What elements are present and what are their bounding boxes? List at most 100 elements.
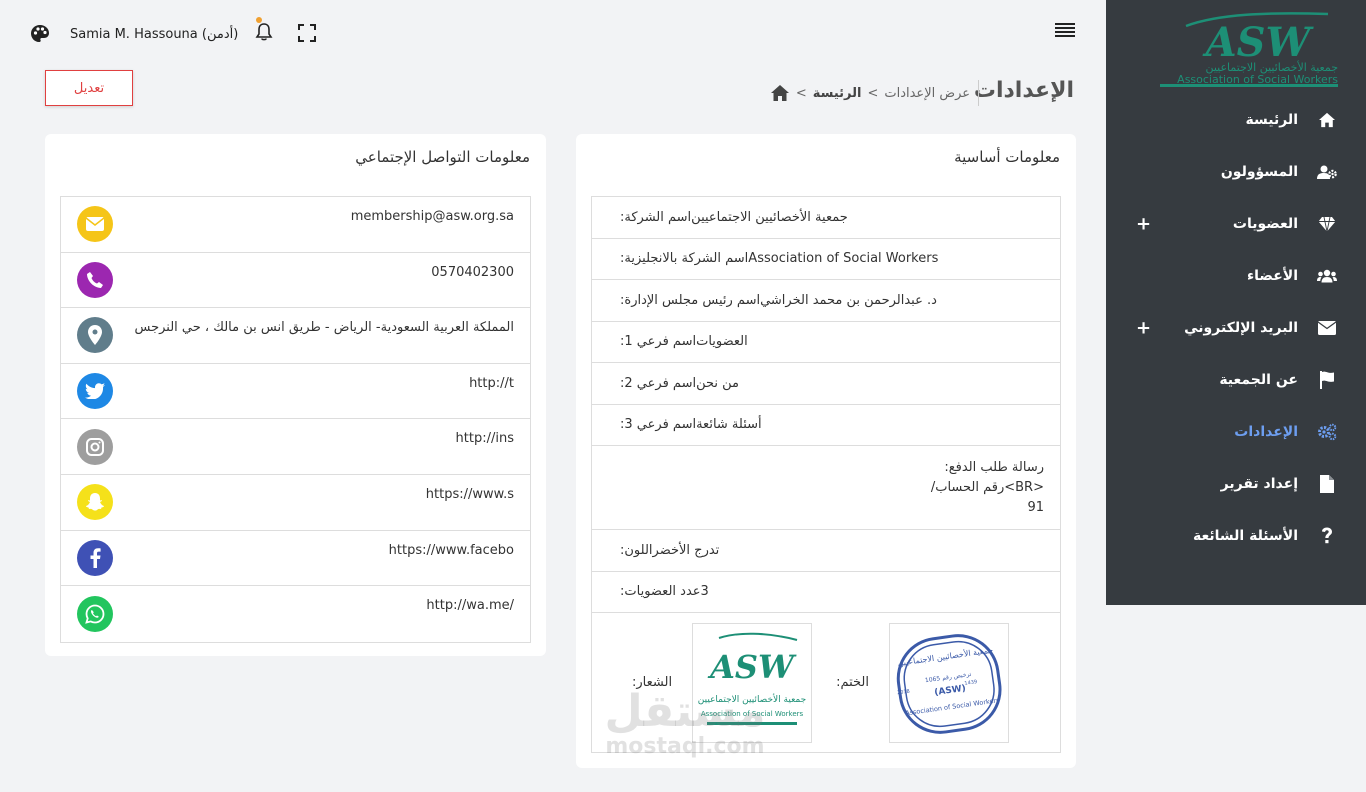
twitter-icon [77, 373, 113, 410]
sidebar-item-settings[interactable]: الإعدادات [1106, 406, 1366, 458]
social-row: https://www.s [61, 475, 530, 531]
social-value: http://ins [455, 431, 514, 447]
social-row: http://t [61, 364, 530, 420]
color-label: اللون: [620, 542, 653, 558]
color-value: تدرج الأخضر [652, 542, 720, 558]
social-row: http://ins [61, 419, 530, 475]
sidebar-item-members[interactable]: الأعضاء [1106, 250, 1366, 302]
info-value: من نحن [696, 375, 739, 391]
info-label: اسم الشركة: [620, 209, 692, 225]
payment-message-line: <BR>رقم الحساب/ [930, 480, 1044, 495]
social-info-table: membership@asw.org.sa 0570402300 المملكة… [60, 196, 531, 643]
info-label: اسم الشركة بالانجليزية: [620, 251, 749, 267]
basic-info-card: معلومات أساسية اسم الشركة: جمعية الأخصائ… [576, 134, 1076, 768]
info-row: اسم رئيس مجلس الإدارة: د. عبدالرحمن بن م… [592, 280, 1060, 322]
file-icon [1316, 473, 1338, 495]
info-row: اسم الشركة بالانجليزية: Association of S… [592, 239, 1060, 280]
expand-icon[interactable]: + [1136, 214, 1151, 235]
cogs-icon [1316, 421, 1338, 443]
watermark-arabic: مستقل [604, 686, 766, 737]
expand-icon[interactable]: + [1136, 318, 1151, 339]
info-value: د. عبدالرحمن بن محمد الخراشي [760, 292, 937, 308]
home-icon[interactable] [770, 84, 790, 102]
info-row: اللون: تدرج الأخضر [592, 530, 1060, 572]
logo-underline [1160, 84, 1338, 87]
stamp-bottom-text: Association of Social Workers [905, 696, 1001, 717]
info-label: اسم رئيس مجلس الإدارة: [620, 292, 761, 308]
whatsapp-icon [77, 595, 113, 632]
info-label: اسم فرعي 2: [620, 375, 697, 391]
sidebar-item-label: إعداد تقرير [1220, 476, 1298, 492]
envelope-icon [77, 206, 113, 243]
facebook-icon [77, 539, 113, 576]
logo-names: جمعية الأخصائيين الاجتماعيين Association… [1160, 62, 1338, 86]
info-value: العضويات [696, 334, 748, 350]
sidebar-item-label: البريد الإلكتروني [1184, 320, 1298, 336]
social-value: https://www.s [425, 486, 514, 502]
info-row: اسم فرعي 2: من نحن [592, 363, 1060, 405]
sidebar-item-memberships[interactable]: العضويات + [1106, 198, 1366, 250]
payment-message-line: 91 [1027, 500, 1044, 515]
info-row: اسم الشركة: جمعية الأخصائيين الاجتماعيين [592, 197, 1060, 239]
membership-count-value: 3 [700, 584, 709, 600]
edit-button[interactable]: تعديل [45, 70, 133, 106]
snapchat-icon [77, 484, 113, 521]
home-icon [1316, 109, 1338, 131]
social-info-title: معلومات التواصل الإجتماعي [355, 148, 530, 166]
social-row: 0570402300 [61, 253, 530, 309]
social-value: 0570402300 [431, 264, 514, 280]
logo-brand: ASW [1202, 19, 1315, 64]
info-label: اسم فرعي 3: [620, 417, 697, 433]
social-row: http://wa.me/ [61, 586, 530, 642]
brand-logo[interactable]: ASW جمعية الأخصائيين الاجتماعيين Associa… [1158, 8, 1338, 88]
breadcrumb-home[interactable]: الرئيسة [813, 86, 862, 101]
payment-message-label: رسالة طلب الدفع: [944, 460, 1044, 475]
sidebar-item-label: الأسئلة الشائعة [1193, 528, 1298, 544]
sidebar-item-label: الرئيسة [1245, 112, 1298, 128]
user-name[interactable]: Samia M. Hassouna (أدمن) [70, 27, 238, 42]
fullscreen-icon[interactable] [298, 24, 316, 42]
info-label: اسم فرعي 1: [620, 334, 697, 350]
basic-info-title: معلومات أساسية [954, 148, 1060, 166]
sidebar-item-home[interactable]: الرئيسة [1106, 94, 1366, 146]
logo-brand: ASW [707, 648, 797, 686]
menu-toggle-icon[interactable] [1055, 22, 1075, 38]
breadcrumb: > الرئيسة > عرض الإعدادات [764, 84, 970, 102]
social-value: membership@asw.org.sa [350, 209, 514, 224]
topbar-left: Samia M. Hassouna (أدمن) [30, 20, 238, 48]
sidebar-item-label: المسؤولون [1220, 164, 1298, 180]
sidebar-item-admins[interactable]: المسؤولون [1106, 146, 1366, 198]
diamond-icon [1316, 213, 1338, 235]
flag-icon [1316, 369, 1338, 391]
breadcrumb-current: عرض الإعدادات [884, 85, 970, 101]
bell-icon[interactable] [254, 22, 274, 42]
sidebar-item-email[interactable]: البريد الإلكتروني + [1106, 302, 1366, 354]
sidebar-item-label: عن الجمعية [1219, 372, 1298, 388]
sidebar-item-about[interactable]: عن الجمعية [1106, 354, 1366, 406]
info-value: Association of Social Workers [748, 251, 939, 267]
info-value: أسئلة شائعة [696, 417, 762, 433]
info-row: اسم فرعي 3: أسئلة شائعة [592, 405, 1060, 446]
users-cog-icon [1316, 161, 1338, 183]
question-icon [1316, 525, 1338, 547]
page-title: الإعدادات [973, 78, 1074, 103]
info-row: عدد العضويات: 3 [592, 572, 1060, 613]
sidebar-item-report[interactable]: إعداد تقرير [1106, 458, 1366, 510]
palette-icon[interactable] [30, 24, 50, 44]
stamp-year-right: 1439 [964, 679, 977, 687]
map-marker-icon [77, 317, 113, 354]
sidebar-item-label: الإعدادات [1234, 424, 1298, 440]
sidebar-item-label: الأعضاء [1247, 268, 1298, 284]
social-value: المملكة العربية السعودية- الرياض - طريق … [134, 320, 514, 336]
payment-message-row: رسالة طلب الدفع: <BR>رقم الحساب/ 91 [592, 446, 1060, 530]
info-value: جمعية الأخصائيين الاجتماعيين [691, 209, 848, 225]
social-value: https://www.facebo [388, 542, 514, 558]
sidebar-item-label: العضويات [1232, 216, 1298, 232]
breadcrumb-separator: > [867, 85, 879, 101]
social-row: membership@asw.org.sa [61, 197, 530, 253]
sidebar-item-faq[interactable]: الأسئلة الشائعة [1106, 510, 1366, 562]
social-info-card: معلومات التواصل الإجتماعي membership@asw… [45, 134, 546, 656]
social-row: https://www.facebo [61, 531, 530, 587]
stamp-image: جمعية الأخصائيين الاجتماعيين ترخيص رقم 1… [888, 622, 1009, 743]
stamp-middle-text: (ASW) [934, 683, 967, 697]
